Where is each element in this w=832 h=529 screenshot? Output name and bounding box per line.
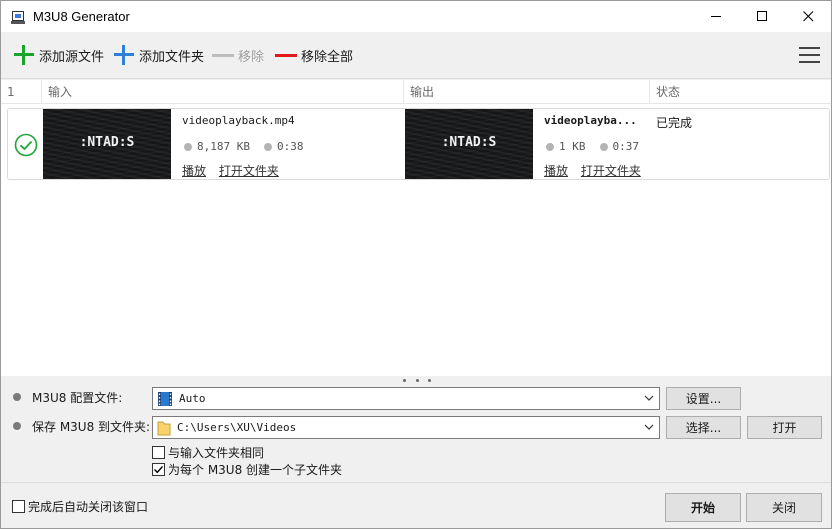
remove-all-button[interactable]: 移除全部 (275, 44, 353, 66)
column-status: 状态 (649, 80, 680, 104)
output-size: 1 KB (559, 140, 586, 153)
remove-all-label: 移除全部 (301, 49, 354, 65)
close-button[interactable]: 关闭 (746, 493, 822, 522)
column-index: 1 (7, 85, 15, 99)
input-thumbnail: :NTAD:S (43, 109, 171, 179)
add-folder-button[interactable]: 添加文件夹 (113, 44, 204, 66)
add-source-file-button[interactable]: 添加源文件 (13, 44, 104, 66)
hamburger-menu-icon[interactable] (799, 46, 821, 64)
minus-icon (212, 44, 234, 66)
bullet-icon (13, 422, 21, 430)
profile-value: Auto (179, 392, 206, 405)
input-filename: videoplayback.mp4 (182, 114, 295, 127)
profile-settings-button[interactable]: 设置... (666, 387, 741, 410)
create-subfolder-label: 为每个 M3U8 创建一个子文件夹 (168, 463, 343, 477)
check-circle-icon (14, 133, 38, 157)
profile-label: M3U8 配置文件: (32, 391, 123, 405)
add-source-file-label: 添加源文件 (39, 49, 105, 65)
checkbox-box (152, 446, 165, 459)
status-badge: 已完成 (656, 116, 693, 130)
remove-label: 移除 (238, 49, 265, 65)
checkbox-box (12, 500, 25, 513)
column-input: 输入 (41, 80, 72, 104)
start-button[interactable]: 开始 (665, 493, 741, 522)
input-open-folder-link[interactable]: 打开文件夹 (219, 164, 279, 178)
output-duration: 0:37 (612, 140, 640, 153)
create-subfolder-checkbox[interactable]: 为每个 M3U8 创建一个子文件夹 (152, 461, 342, 478)
chevron-down-icon (644, 424, 654, 430)
add-folder-label: 添加文件夹 (139, 49, 205, 65)
list-header: 1 输入 输出 状态 (1, 80, 831, 104)
minimize-icon (710, 16, 721, 17)
plus-icon (13, 44, 35, 66)
checkmark-icon (154, 466, 164, 474)
input-play-link[interactable]: 播放 (182, 164, 206, 178)
maximize-button[interactable] (739, 1, 785, 32)
minimize-button[interactable] (693, 1, 739, 32)
open-folder-button[interactable]: 打开 (747, 416, 822, 439)
profile-select[interactable]: Auto (152, 387, 660, 410)
auto-close-checkbox[interactable]: 完成后自动关闭该窗口 (12, 498, 148, 515)
footer-bar: 完成后自动关闭该窗口 开始 关闭 (1, 482, 831, 528)
remove-button[interactable]: 移除 (212, 44, 264, 66)
same-as-input-checkbox[interactable]: 与输入文件夹相同 (152, 444, 264, 461)
close-window-button[interactable] (785, 1, 831, 32)
duration-dot-icon (599, 142, 608, 151)
chevron-down-icon (644, 395, 654, 401)
close-icon (802, 11, 813, 22)
minus-icon (275, 44, 297, 66)
output-filename: videoplayba... (544, 114, 637, 127)
input-size: 8,187 KB (197, 140, 250, 153)
save-folder-value: C:\Users\XU\Videos (177, 421, 297, 434)
size-dot-icon (546, 142, 554, 151)
save-folder-select[interactable]: C:\Users\XU\Videos (152, 416, 660, 439)
output-actions: 播放 打开文件夹 (544, 162, 650, 179)
input-duration: 0:38 (276, 140, 304, 153)
choose-folder-button[interactable]: 选择... (666, 416, 741, 439)
film-icon (158, 391, 172, 406)
folder-icon (157, 421, 171, 435)
thumbnail-logo-text: :NTAD:S (441, 135, 497, 150)
plus-icon (113, 44, 135, 66)
same-as-input-label: 与输入文件夹相同 (168, 446, 265, 460)
toolbar: 添加源文件 添加文件夹 移除 移除全部 (1, 32, 831, 79)
output-meta: 1 KB 0:37 (546, 140, 639, 153)
file-list: 1 输入 输出 状态 :NTAD:S videoplayback.mp4 8,1… (1, 80, 831, 376)
output-open-folder-link[interactable]: 打开文件夹 (581, 164, 641, 178)
checkbox-box (152, 463, 165, 476)
column-output: 输出 (403, 80, 434, 104)
duration-dot-icon (263, 142, 272, 151)
list-item[interactable]: :NTAD:S videoplayback.mp4 8,187 KB 0:38 … (7, 108, 830, 180)
save-folder-label: 保存 M3U8 到文件夹: (32, 420, 151, 434)
input-meta: 8,187 KB 0:38 (184, 140, 303, 153)
input-actions: 播放 打开文件夹 (182, 162, 288, 179)
app-icon (11, 10, 25, 24)
title-bar: M3U8 Generator (1, 1, 831, 32)
auto-close-label: 完成后自动关闭该窗口 (28, 500, 149, 514)
maximize-icon (756, 11, 767, 21)
output-thumbnail: :NTAD:S (405, 109, 533, 179)
size-dot-icon (184, 142, 192, 151)
bullet-icon (13, 393, 21, 401)
output-play-link[interactable]: 播放 (544, 164, 568, 178)
app-window: M3U8 Generator 添加源文件 添加文件夹 移除 移除全部 1 输入 … (0, 0, 832, 529)
splitter-handle[interactable] (403, 379, 431, 385)
window-title: M3U8 Generator (33, 9, 130, 24)
thumbnail-logo-text: :NTAD:S (79, 135, 135, 150)
